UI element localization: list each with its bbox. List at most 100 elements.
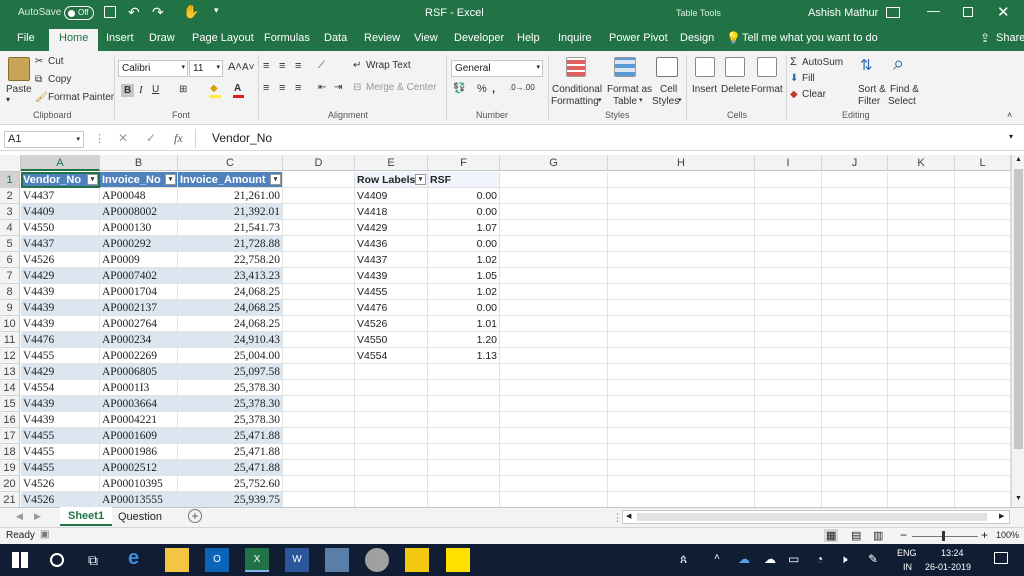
touch-mode-icon[interactable]: ✋: [183, 4, 199, 20]
cell[interactable]: [608, 236, 755, 252]
table-header-cell[interactable]: Invoice_No ▾: [100, 172, 178, 188]
table-cell[interactable]: AP000292: [100, 236, 178, 252]
cell[interactable]: [355, 396, 428, 412]
table-cell[interactable]: V4429: [21, 364, 100, 380]
cell[interactable]: [888, 300, 955, 316]
column-header-c[interactable]: C: [178, 155, 283, 171]
pivot-value[interactable]: 0.00: [428, 188, 500, 204]
cell[interactable]: [608, 332, 755, 348]
zoom-in-icon[interactable]: +: [981, 528, 988, 542]
table-cell[interactable]: 25,752.60: [178, 476, 283, 492]
scroll-left-icon[interactable]: ◀: [626, 512, 631, 520]
pivot-row-label[interactable]: V4554: [355, 348, 428, 364]
align-center-icon[interactable]: ≡: [279, 82, 285, 94]
cell[interactable]: [888, 236, 955, 252]
cell[interactable]: [608, 444, 755, 460]
row-header[interactable]: 18: [0, 444, 20, 460]
zoom-out-icon[interactable]: −: [900, 528, 907, 542]
tell-me-box[interactable]: Tell me what you want to do: [742, 32, 878, 44]
align-middle-icon[interactable]: ≡: [279, 60, 285, 72]
cell[interactable]: [822, 188, 888, 204]
search-icon[interactable]: [50, 553, 64, 567]
row-header[interactable]: 4: [0, 220, 20, 236]
table-cell[interactable]: 24,068.25: [178, 300, 283, 316]
pivot-row-label[interactable]: V4429: [355, 220, 428, 236]
cell[interactable]: [755, 284, 822, 300]
cell[interactable]: [888, 332, 955, 348]
increase-indent-icon[interactable]: ⇥: [334, 82, 342, 93]
table-cell[interactable]: AP0003664: [100, 396, 178, 412]
cell[interactable]: [755, 316, 822, 332]
cell[interactable]: [608, 348, 755, 364]
battery-icon[interactable]: ▭: [788, 552, 799, 566]
cell[interactable]: [500, 316, 608, 332]
cell[interactable]: [822, 348, 888, 364]
table-cell[interactable]: V4429: [21, 268, 100, 284]
tab-inquire[interactable]: Inquire: [558, 32, 592, 44]
cell[interactable]: [888, 364, 955, 380]
cell[interactable]: [500, 236, 608, 252]
row-header[interactable]: 5: [0, 236, 20, 252]
cell[interactable]: [608, 364, 755, 380]
cell[interactable]: [355, 444, 428, 460]
align-bottom-icon[interactable]: ≡: [295, 60, 301, 72]
cell[interactable]: [283, 204, 355, 220]
table-cell[interactable]: AP0001609: [100, 428, 178, 444]
format-painter-button[interactable]: Format Painter: [48, 92, 114, 103]
cell[interactable]: [355, 476, 428, 492]
cell[interactable]: [955, 332, 1011, 348]
cell[interactable]: [608, 460, 755, 476]
pivot-value[interactable]: 1.13: [428, 348, 500, 364]
cell[interactable]: [283, 284, 355, 300]
edge-icon[interactable]: e: [128, 547, 139, 570]
cell[interactable]: [428, 396, 500, 412]
pivot-value[interactable]: 0.00: [428, 236, 500, 252]
cell[interactable]: [955, 444, 1011, 460]
table-cell[interactable]: V4439: [21, 284, 100, 300]
align-top-icon[interactable]: ≡: [263, 60, 269, 72]
tray-expand-icon[interactable]: ˄: [714, 552, 720, 563]
cell[interactable]: [822, 412, 888, 428]
column-header-a[interactable]: A: [21, 155, 100, 171]
cell[interactable]: [355, 380, 428, 396]
cell[interactable]: [500, 380, 608, 396]
row-header[interactable]: 11: [0, 332, 20, 348]
cell[interactable]: [500, 364, 608, 380]
table-cell[interactable]: AP00013555: [100, 492, 178, 507]
cell[interactable]: [955, 412, 1011, 428]
cell[interactable]: [755, 444, 822, 460]
cell[interactable]: [283, 380, 355, 396]
italic-icon[interactable]: I: [139, 84, 143, 96]
filter-dropdown-icon[interactable]: ▾: [87, 174, 98, 185]
table-header-cell[interactable]: Vendor_No ▾: [21, 172, 100, 188]
cell[interactable]: [822, 332, 888, 348]
cell[interactable]: [955, 172, 1011, 188]
font-color-icon[interactable]: A: [234, 83, 241, 94]
table-cell[interactable]: V4554: [21, 380, 100, 396]
cell[interactable]: [500, 220, 608, 236]
pivot-value[interactable]: 1.07: [428, 220, 500, 236]
cell[interactable]: [283, 252, 355, 268]
minimize-icon[interactable]: —: [927, 3, 940, 18]
page-break-view-icon[interactable]: ▥: [873, 529, 883, 542]
cell[interactable]: [822, 236, 888, 252]
table-cell[interactable]: V4437: [21, 236, 100, 252]
scroll-thumb[interactable]: [1014, 169, 1023, 449]
column-header-g[interactable]: G: [500, 155, 608, 171]
row-header[interactable]: 6: [0, 252, 20, 268]
cell[interactable]: [755, 364, 822, 380]
formula-input[interactable]: Vendor_No: [212, 131, 272, 145]
pivot-row-label[interactable]: V4439: [355, 268, 428, 284]
cell[interactable]: [955, 492, 1011, 507]
people-icon[interactable]: ጰ: [680, 552, 687, 567]
cell[interactable]: [755, 348, 822, 364]
macro-record-icon[interactable]: ▣: [40, 529, 49, 540]
borders-icon[interactable]: ⊞: [179, 84, 187, 95]
table-cell[interactable]: V4439: [21, 396, 100, 412]
row-header[interactable]: 12: [0, 348, 20, 364]
filter-dropdown-icon[interactable]: ▾: [270, 174, 281, 185]
cell[interactable]: [500, 204, 608, 220]
cell[interactable]: [608, 492, 755, 507]
table-cell[interactable]: 25,939.75: [178, 492, 283, 507]
pivot-value[interactable]: 0.00: [428, 204, 500, 220]
